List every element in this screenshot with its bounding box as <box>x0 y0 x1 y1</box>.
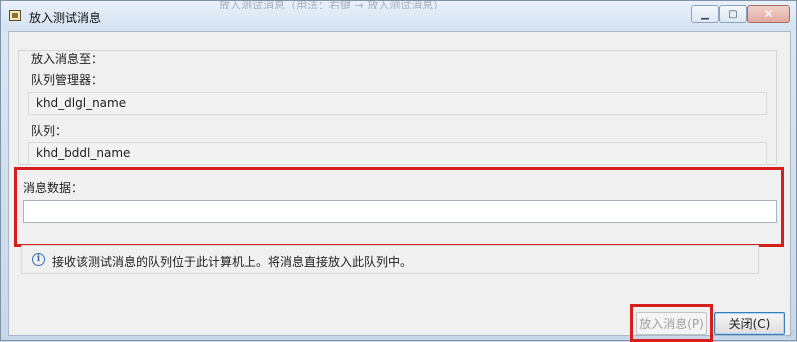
queue-label: 队列： <box>31 124 68 138</box>
minimize-icon: ▁ <box>701 8 709 20</box>
put-button-highlight-box <box>630 304 713 342</box>
app-icon <box>9 10 21 21</box>
background-ghost-text: 放入测试消息（用法：右键 → 放入测试消息） <box>219 0 445 9</box>
dialog-window: 放入测试消息 放入测试消息（用法：右键 → 放入测试消息） ▁ ▢ ✕ 放入消息… <box>0 0 797 342</box>
close-icon: ✕ <box>763 7 774 21</box>
minimize-button[interactable]: ▁ <box>691 5 719 23</box>
maximize-icon: ▢ <box>728 8 738 20</box>
queue-field[interactable]: khd_bddl_name <box>28 142 767 165</box>
close-window-button[interactable]: ✕ <box>747 5 790 23</box>
resize-grip-icon[interactable] <box>786 330 794 338</box>
queue-manager-label: 队列管理器： <box>31 73 104 87</box>
maximize-button[interactable]: ▢ <box>719 5 747 23</box>
queue-manager-field[interactable]: khd_dlgl_name <box>28 92 767 115</box>
close-button[interactable]: 关闭(C) <box>714 312 785 335</box>
message-highlight-box <box>14 167 784 247</box>
info-icon: i <box>32 253 45 266</box>
groupbox-legend: 放入消息至： <box>31 52 104 66</box>
info-text: 接收该测试消息的队列位于此计算机上。将消息直接放入此队列中。 <box>52 255 413 269</box>
window-title: 放入测试消息 <box>29 11 102 25</box>
title-bar[interactable]: 放入测试消息 放入测试消息（用法：右键 → 放入测试消息） ▁ ▢ ✕ <box>1 0 796 31</box>
info-box: i 接收该测试消息的队列位于此计算机上。将消息直接放入此队列中。 <box>21 245 759 274</box>
